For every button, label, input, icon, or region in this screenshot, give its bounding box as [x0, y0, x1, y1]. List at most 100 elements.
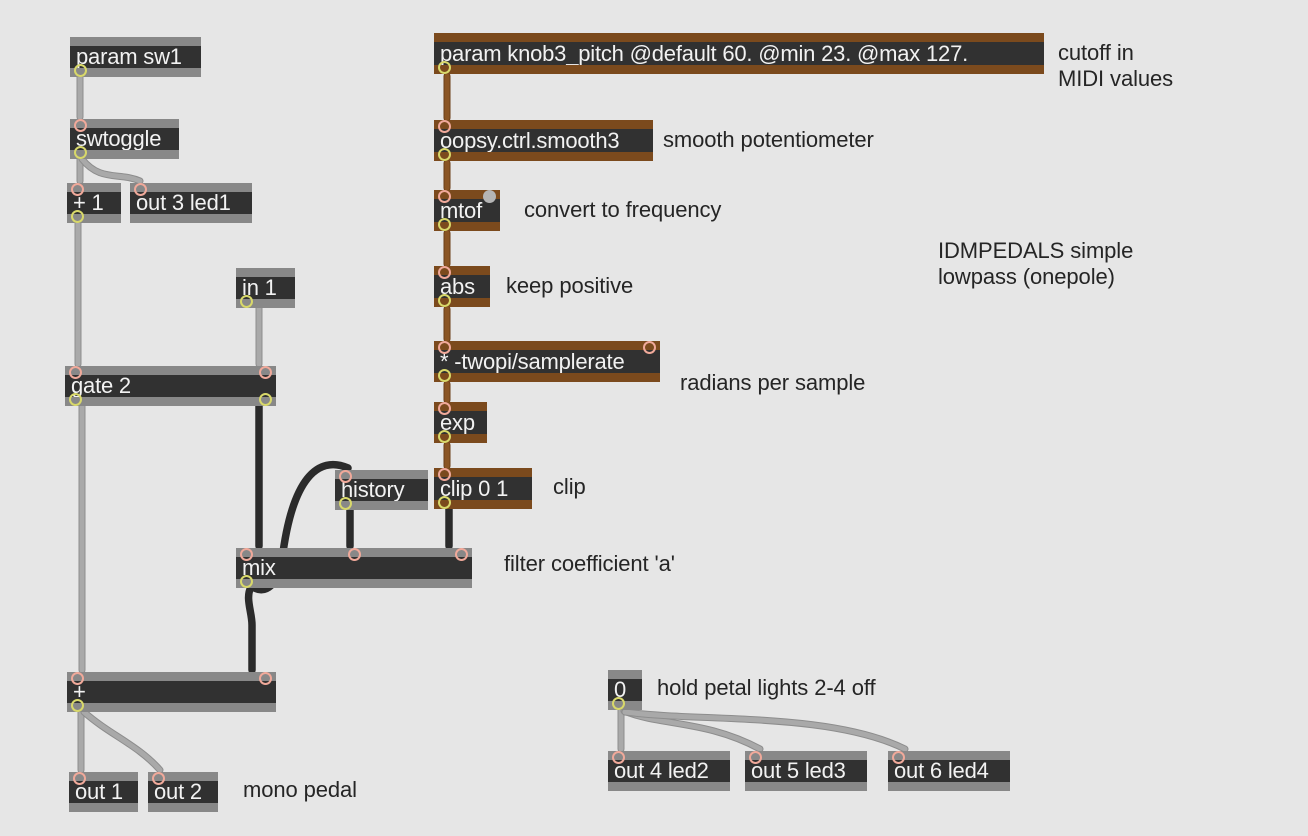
object-box-swtoggle[interactable]: swtoggle: [70, 119, 179, 159]
object-text: out 5 led3: [745, 760, 867, 782]
patch-cable[interactable]: [622, 709, 908, 752]
inlet[interactable]: [70, 672, 85, 685]
object-box-out3_led1[interactable]: out 3 led1: [130, 183, 252, 223]
inlet[interactable]: [68, 366, 83, 379]
inlet-band: [434, 402, 487, 415]
inlet[interactable]: [748, 751, 763, 764]
inlet-band: [434, 190, 500, 203]
inlet[interactable]: [338, 470, 353, 483]
object-box-out2[interactable]: out 2: [148, 772, 218, 812]
outlet-band: [434, 294, 490, 307]
outlet[interactable]: [437, 496, 452, 509]
inlet-band: [65, 366, 276, 379]
object-box-mul_twopi[interactable]: * -twopi/samplerate: [434, 341, 660, 382]
inlet[interactable]: [437, 468, 452, 481]
outlet-band: [67, 210, 121, 223]
object-box-out5_led3[interactable]: out 5 led3: [745, 751, 867, 791]
inlet[interactable]: [258, 366, 273, 379]
outlet-band: [608, 697, 642, 710]
patch-cable[interactable]: [245, 584, 255, 673]
outlet[interactable]: [239, 295, 254, 308]
outlet[interactable]: [70, 210, 85, 223]
object-text: out 4 led2: [608, 760, 730, 782]
outlet-band: [70, 64, 201, 77]
outlet-band: [888, 782, 1010, 791]
object-box-exp[interactable]: exp: [434, 402, 487, 443]
inlet-band: [236, 268, 295, 277]
inlet-band: [434, 468, 532, 481]
object-box-out1[interactable]: out 1: [69, 772, 138, 812]
inlet[interactable]: [891, 751, 906, 764]
inlet-band: [70, 37, 201, 46]
object-box-mtof[interactable]: mtof: [434, 190, 500, 231]
object-box-gate2[interactable]: gate 2: [65, 366, 276, 406]
outlet[interactable]: [70, 699, 85, 712]
object-box-out4_led2[interactable]: out 4 led2: [608, 751, 730, 791]
outlet[interactable]: [68, 393, 83, 406]
outlet[interactable]: [437, 430, 452, 443]
outlet[interactable]: [73, 146, 88, 159]
outlet[interactable]: [73, 64, 88, 77]
object-box-smooth3[interactable]: oopsy.ctrl.smooth3: [434, 120, 653, 161]
inlet[interactable]: [611, 751, 626, 764]
object-box-clip01[interactable]: clip 0 1: [434, 468, 532, 509]
object-box-mix[interactable]: mix: [236, 548, 472, 588]
comment-c_cutoff: cutoff in MIDI values: [1058, 40, 1174, 91]
patch-cable-outline: [621, 708, 909, 753]
outlet[interactable]: [437, 218, 452, 231]
inlet[interactable]: [72, 772, 87, 785]
object-box-abs[interactable]: abs: [434, 266, 490, 307]
inlet[interactable]: [73, 119, 88, 132]
outlet[interactable]: [437, 61, 452, 74]
outlet[interactable]: [611, 697, 626, 710]
patch-cable-outline: [78, 155, 144, 185]
object-text: out 3 led1: [130, 192, 252, 214]
patch-cable[interactable]: [81, 709, 163, 773]
object-box-param_sw1[interactable]: param sw1: [70, 37, 201, 77]
comment-c_mono: mono pedal: [243, 777, 357, 802]
comment-c_radians: radians per sample: [680, 370, 866, 395]
outlet[interactable]: [437, 369, 452, 382]
object-text: +: [67, 681, 276, 703]
object-box-in1[interactable]: in 1: [236, 268, 295, 308]
patch-cable-outline: [244, 583, 256, 674]
inlet[interactable]: [482, 190, 497, 203]
outlet[interactable]: [258, 393, 273, 406]
outlet[interactable]: [437, 294, 452, 307]
inlet[interactable]: [258, 672, 273, 685]
object-box-plus_sum[interactable]: +: [67, 672, 276, 712]
object-box-history[interactable]: history: [335, 470, 428, 510]
inlet-band: [434, 266, 490, 279]
inlet[interactable]: [642, 341, 657, 354]
inlet[interactable]: [437, 120, 452, 133]
inlet-band: [888, 751, 1010, 764]
object-text: swtoggle: [70, 128, 179, 150]
outlet-band: [745, 782, 867, 791]
inlet[interactable]: [437, 402, 452, 415]
inlet[interactable]: [437, 190, 452, 203]
object-box-out6_led4[interactable]: out 6 led4: [888, 751, 1010, 791]
object-box-msg0[interactable]: 0: [608, 670, 642, 710]
comment-c_coeff: filter coefficient 'a': [504, 551, 675, 576]
patch-cable[interactable]: [79, 156, 143, 184]
inlet[interactable]: [70, 183, 85, 196]
inlet[interactable]: [454, 548, 469, 561]
inlet-band: [434, 33, 1044, 42]
patch-cable-outline: [620, 707, 764, 753]
outlet[interactable]: [437, 148, 452, 161]
patch-cable[interactable]: [621, 708, 763, 752]
inlet[interactable]: [133, 183, 148, 196]
inlet[interactable]: [437, 266, 452, 279]
object-box-param_knob3[interactable]: param knob3_pitch @default 60. @min 23. …: [434, 33, 1044, 74]
inlet[interactable]: [437, 341, 452, 354]
inlet[interactable]: [347, 548, 362, 561]
inlet-band: [236, 548, 472, 561]
outlet[interactable]: [239, 575, 254, 588]
object-box-plus1[interactable]: + 1: [67, 183, 121, 223]
inlet-band: [70, 119, 179, 132]
inlet[interactable]: [239, 548, 254, 561]
outlet-band: [434, 369, 660, 382]
outlet[interactable]: [338, 497, 353, 510]
inlet[interactable]: [151, 772, 166, 785]
patcher-canvas[interactable]: param sw1 swtoggle + 1 out 3 led1 in 1 gate 2…: [0, 0, 1308, 836]
